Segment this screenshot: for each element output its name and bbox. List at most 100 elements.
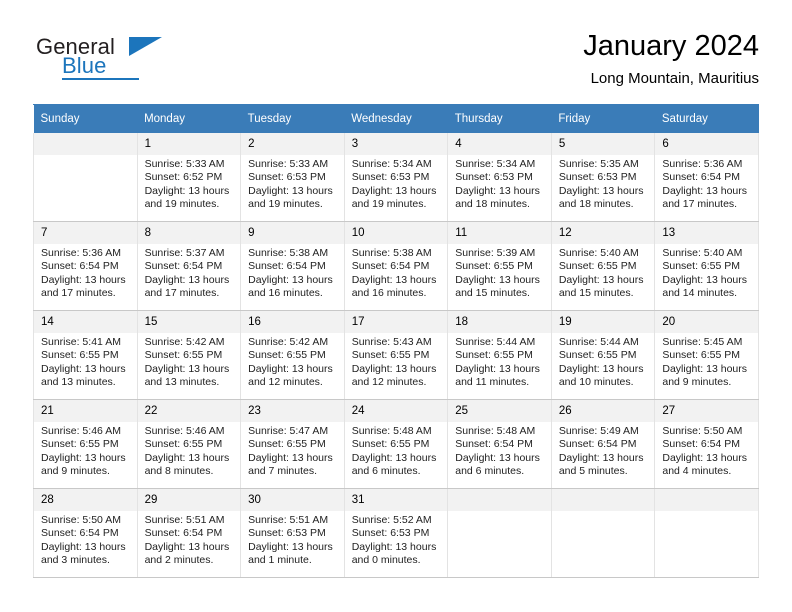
calendar-day-cell[interactable]: 25 Sunrise: 5:48 AM Sunset: 6:54 PM Dayligh… bbox=[447, 399, 552, 489]
calendar-day-cell[interactable]: 31 Sunrise: 5:52 AM Sunset: 6:53 PM Dayligh… bbox=[343, 488, 449, 578]
sunrise-text: Sunrise: 5:40 AM bbox=[662, 247, 743, 259]
day-number: 18 bbox=[448, 311, 551, 333]
daylight-text: and 4 minutes. bbox=[662, 464, 732, 477]
calendar-day-cell[interactable]: 30 Sunrise: 5:51 AM Sunset: 6:53 PM Dayligh… bbox=[240, 488, 345, 578]
daylight-text: and 15 minutes. bbox=[455, 286, 530, 299]
daylight-text: Daylight: 13 hours bbox=[662, 451, 748, 464]
calendar-day-cell[interactable]: 18 Sunrise: 5:44 AM Sunset: 6:55 PM Dayligh… bbox=[447, 310, 552, 400]
calendar-day-cell[interactable]: 24 Sunrise: 5:48 AM Sunset: 6:55 PM Dayligh… bbox=[343, 399, 449, 489]
day-number: 11 bbox=[448, 222, 551, 244]
daylight-text: and 10 minutes. bbox=[558, 375, 634, 388]
day-number: 2 bbox=[241, 133, 344, 155]
sunrise-text: Sunrise: 5:49 AM bbox=[558, 425, 639, 437]
title-block: January 2024 Long Mountain, Mauritius bbox=[583, 28, 759, 90]
weekday-header-tuesday: Tuesday bbox=[240, 105, 345, 133]
calendar-day-cell[interactable]: 26 Sunrise: 5:49 AM Sunset: 6:54 PM Dayligh… bbox=[550, 399, 656, 489]
sunrise-text: Sunrise: 5:36 AM bbox=[662, 158, 743, 170]
calendar-day-cell[interactable]: 16 Sunrise: 5:42 AM Sunset: 6:55 PM Dayligh… bbox=[240, 310, 345, 400]
sunrise-text: Sunrise: 5:51 AM bbox=[144, 514, 225, 526]
sun-info: Sunrise: 5:51 AM Sunset: 6:54 PM Daylight:… bbox=[138, 511, 241, 567]
calendar-day-cell[interactable]: 23 Sunrise: 5:47 AM Sunset: 6:55 PM Dayligh… bbox=[240, 399, 345, 489]
daylight-text: and 14 minutes. bbox=[662, 286, 738, 299]
sunrise-text: Sunrise: 5:44 AM bbox=[455, 336, 536, 348]
calendar-day-cell[interactable]: 22 Sunrise: 5:46 AM Sunset: 6:55 PM Dayligh… bbox=[136, 399, 242, 489]
daylight-text: and 17 minutes. bbox=[662, 197, 738, 210]
day-number: 16 bbox=[241, 311, 344, 333]
calendar-day-cell[interactable]: 1 Sunrise: 5:33 AM Sunset: 6:52 PM Daylight… bbox=[136, 133, 242, 222]
daylight-text: Daylight: 13 hours bbox=[144, 273, 230, 286]
day-number: 24 bbox=[344, 400, 448, 422]
day-number: 8 bbox=[137, 222, 241, 244]
calendar-day-cell[interactable]: 7 Sunrise: 5:36 AM Sunset: 6:54 PM Daylight… bbox=[33, 221, 138, 311]
calendar-day-cell[interactable]: 17 Sunrise: 5:43 AM Sunset: 6:55 PM Dayligh… bbox=[343, 310, 449, 400]
calendar-day-cell[interactable]: 3 Sunrise: 5:34 AM Sunset: 6:53 PM Daylight… bbox=[343, 133, 449, 222]
day-number: 14 bbox=[34, 311, 137, 333]
calendar-day-cell[interactable]: 10 Sunrise: 5:38 AM Sunset: 6:54 PM Dayligh… bbox=[343, 221, 449, 311]
daylight-text: and 19 minutes. bbox=[351, 197, 427, 210]
daylight-text: Daylight: 13 hours bbox=[455, 362, 540, 375]
sunset-text: Sunset: 6:55 PM bbox=[455, 349, 533, 362]
daylight-text: and 19 minutes. bbox=[144, 197, 220, 210]
sunset-text: Sunset: 6:54 PM bbox=[558, 438, 637, 451]
calendar-day-cell[interactable]: 21 Sunrise: 5:46 AM Sunset: 6:55 PM Dayligh… bbox=[33, 399, 138, 489]
sunrise-text: Sunrise: 5:39 AM bbox=[455, 247, 536, 259]
calendar-day-cell[interactable]: 2 Sunrise: 5:33 AM Sunset: 6:53 PM Daylight… bbox=[240, 133, 345, 222]
daylight-text: Daylight: 13 hours bbox=[41, 540, 126, 553]
sun-info: Sunrise: 5:38 AM Sunset: 6:54 PM Daylight:… bbox=[241, 244, 344, 300]
daylight-text: and 16 minutes. bbox=[351, 286, 427, 299]
calendar-day-cell[interactable]: 12 Sunrise: 5:40 AM Sunset: 6:55 PM Dayligh… bbox=[550, 221, 656, 311]
calendar-day-cell[interactable]: 13 Sunrise: 5:40 AM Sunset: 6:55 PM Dayligh… bbox=[654, 221, 759, 311]
sun-info: Sunrise: 5:47 AM Sunset: 6:55 PM Daylight:… bbox=[241, 422, 344, 478]
sunrise-text: Sunrise: 5:34 AM bbox=[351, 158, 432, 170]
daylight-text: and 18 minutes. bbox=[455, 197, 530, 210]
sun-info: Sunrise: 5:46 AM Sunset: 6:55 PM Daylight:… bbox=[138, 422, 241, 478]
calendar-week-row: 21 Sunrise: 5:46 AM Sunset: 6:55 PM Dayligh… bbox=[33, 399, 759, 489]
day-number: 4 bbox=[448, 133, 551, 155]
calendar-day-cell[interactable]: 20 Sunrise: 5:45 AM Sunset: 6:55 PM Dayligh… bbox=[654, 310, 759, 400]
daylight-text: and 3 minutes. bbox=[41, 553, 110, 566]
sunset-text: Sunset: 6:54 PM bbox=[144, 260, 223, 273]
sun-info: Sunrise: 5:38 AM Sunset: 6:54 PM Daylight:… bbox=[345, 244, 448, 300]
calendar-day-cell[interactable]: 28 Sunrise: 5:50 AM Sunset: 6:54 PM Dayligh… bbox=[33, 488, 138, 578]
sun-info: Sunrise: 5:44 AM Sunset: 6:55 PM Daylight:… bbox=[552, 333, 655, 389]
sunrise-text: Sunrise: 5:50 AM bbox=[41, 514, 121, 526]
calendar-empty-cell bbox=[447, 488, 552, 578]
calendar-day-cell[interactable]: 29 Sunrise: 5:51 AM Sunset: 6:54 PM Dayligh… bbox=[136, 488, 242, 578]
general-blue-logo[interactable]: General Blue bbox=[33, 34, 233, 92]
daylight-text: and 0 minutes. bbox=[351, 553, 421, 566]
day-number: 21 bbox=[34, 400, 137, 422]
calendar-body: 1 Sunrise: 5:33 AM Sunset: 6:52 PM Daylight… bbox=[33, 133, 759, 578]
sunrise-text: Sunrise: 5:44 AM bbox=[558, 336, 639, 348]
calendar-day-cell[interactable]: 6 Sunrise: 5:36 AM Sunset: 6:54 PM Daylight… bbox=[654, 133, 759, 222]
calendar-day-cell[interactable]: 8 Sunrise: 5:37 AM Sunset: 6:54 PM Daylight… bbox=[136, 221, 242, 311]
day-number: 30 bbox=[241, 489, 344, 511]
daylight-text: and 16 minutes. bbox=[248, 286, 323, 299]
calendar-day-cell[interactable]: 14 Sunrise: 5:41 AM Sunset: 6:55 PM Dayligh… bbox=[33, 310, 138, 400]
calendar-day-cell[interactable]: 5 Sunrise: 5:35 AM Sunset: 6:53 PM Daylight… bbox=[550, 133, 656, 222]
sunrise-text: Sunrise: 5:50 AM bbox=[662, 425, 743, 437]
sun-info: Sunrise: 5:48 AM Sunset: 6:55 PM Daylight:… bbox=[345, 422, 448, 478]
day-number bbox=[551, 489, 655, 511]
day-number: 27 bbox=[655, 400, 758, 422]
sunrise-text: Sunrise: 5:35 AM bbox=[558, 158, 639, 170]
calendar-day-cell[interactable]: 19 Sunrise: 5:44 AM Sunset: 6:55 PM Dayligh… bbox=[550, 310, 656, 400]
daylight-text: Daylight: 13 hours bbox=[248, 451, 333, 464]
day-number: 29 bbox=[137, 489, 241, 511]
calendar-day-cell[interactable]: 27 Sunrise: 5:50 AM Sunset: 6:54 PM Dayligh… bbox=[654, 399, 759, 489]
calendar-day-cell[interactable]: 9 Sunrise: 5:38 AM Sunset: 6:54 PM Daylight… bbox=[240, 221, 345, 311]
calendar-day-cell[interactable]: 15 Sunrise: 5:42 AM Sunset: 6:55 PM Dayligh… bbox=[136, 310, 242, 400]
sunset-text: Sunset: 6:53 PM bbox=[351, 171, 430, 184]
daylight-text: Daylight: 13 hours bbox=[558, 451, 644, 464]
calendar-day-cell[interactable]: 11 Sunrise: 5:39 AM Sunset: 6:55 PM Dayligh… bbox=[447, 221, 552, 311]
calendar-empty-cell bbox=[550, 488, 656, 578]
daylight-text: and 9 minutes. bbox=[41, 464, 110, 477]
weekday-header-sunday: Sunday bbox=[33, 105, 138, 133]
sunset-text: Sunset: 6:55 PM bbox=[144, 438, 223, 451]
sunset-text: Sunset: 6:55 PM bbox=[41, 438, 119, 451]
calendar-day-cell[interactable]: 4 Sunrise: 5:34 AM Sunset: 6:53 PM Daylight… bbox=[447, 133, 552, 222]
weekday-header-friday: Friday bbox=[551, 105, 655, 133]
daylight-text: and 18 minutes. bbox=[558, 197, 634, 210]
page-title: January 2024 bbox=[583, 30, 759, 62]
calendar-week-row: 7 Sunrise: 5:36 AM Sunset: 6:54 PM Daylight… bbox=[33, 221, 759, 311]
sunrise-text: Sunrise: 5:36 AM bbox=[41, 247, 121, 259]
